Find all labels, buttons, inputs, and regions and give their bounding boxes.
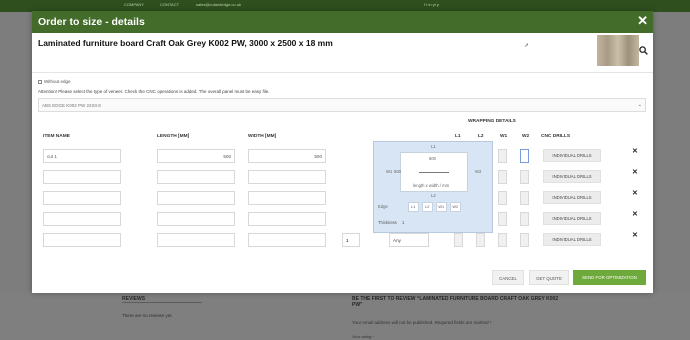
search-icon[interactable] [639,46,648,55]
item-name-input[interactable] [43,233,121,247]
modal-title: Order to size - details [38,16,145,28]
diagram-caption: length x width / mm [413,183,450,188]
width-input[interactable] [248,212,326,226]
page-below-modal [0,292,690,340]
remove-row-icon[interactable]: ✕ [632,168,638,176]
wrap-w2-checkbox[interactable] [520,191,529,205]
diagram-l1-label: L1 [431,144,436,149]
width-input[interactable]: 500 [248,149,326,163]
no-reviews-text: There are no reviews yet. [122,313,173,318]
cancel-button[interactable]: CANCEL [492,270,524,285]
wrap-w2-checkbox[interactable] [520,149,529,163]
order-details-modal: Order to size - details ✕ Laminated furn… [32,11,653,293]
remove-row-icon[interactable]: ✕ [632,147,638,155]
individual-drills-button[interactable]: INDIVIDUAL DRILLS [543,191,601,204]
divider [122,302,202,303]
topbar-company-link[interactable]: COMPANY [124,2,144,7]
individual-drills-button[interactable]: INDIVIDUAL DRILLS [543,149,601,162]
close-icon[interactable]: ✕ [637,13,648,29]
col-width: WIDTH [MM] [248,134,277,139]
wrap-l1-checkbox[interactable] [454,233,463,247]
wrap-w1-checkbox[interactable] [498,233,507,247]
wrap-l2-checkbox[interactable] [476,233,485,247]
modal-header: Order to size - details ✕ [32,11,653,33]
item-name-input[interactable] [43,191,121,205]
diagram-size: 500 [429,156,436,161]
email-note: Your email address will not be published… [352,320,492,325]
thickness-value[interactable]: 1 [402,220,404,225]
wrap-w2-checkbox[interactable] [520,170,529,184]
chevron-down-icon: ⌄ [637,102,642,108]
remove-row-icon[interactable]: ✕ [632,189,638,197]
diagram-w1-value: 500 [394,169,401,174]
wrap-w2-checkbox[interactable] [520,233,529,247]
wrap-w1-checkbox[interactable] [498,170,507,184]
quantity-input[interactable]: 1 [342,233,360,247]
width-input[interactable] [248,233,326,247]
edge-row: Edge L1 L2 W1 W2 [378,200,490,213]
grain-select[interactable]: Any [389,233,429,247]
edge-select[interactable]: ABS EDGE K002 PW 22X0.8 ⌄ [38,98,646,112]
social-icons[interactable]: f t in yt p [424,2,439,7]
cursor-icon: ➚ [524,43,530,49]
divider [32,72,653,73]
edge-diagram-popup: L1 500 length x width / mm W1 500 W2 L2 … [373,141,493,233]
without-edge-checkbox[interactable]: Without edge [38,79,71,84]
col-l1: L1 [455,134,461,139]
col-length: LENGTH [MM] [157,134,190,139]
first-review-heading: BE THE FIRST TO REVIEW “LAMINATED FURNIT… [352,296,559,308]
topbar-contact-link[interactable]: CONTACT [160,2,179,7]
col-item-name: ITEM NAME [43,134,70,139]
length-input[interactable] [157,191,235,205]
get-quote-button[interactable]: GET QUOTE [529,270,569,285]
topbar-email[interactable]: sales@cutandedge.co.uk [196,2,241,7]
remove-row-icon[interactable]: ✕ [632,210,638,218]
diagram-l2-label: L2 [431,193,436,198]
col-w2: W2 [522,134,530,139]
edge-l2-box[interactable]: L2 [421,201,433,212]
col-cnc-drills: CNC DRILLS [541,134,571,139]
wrap-w1-checkbox[interactable] [498,212,507,226]
length-input[interactable]: 500 [157,149,235,163]
wrap-w2-checkbox[interactable] [520,212,529,226]
dimension-arrow [419,172,449,173]
edge-w2-box[interactable]: W2 [449,201,461,212]
board-diagram: 500 length x width / mm [400,152,468,192]
thickness-row: Thickness 1 [378,220,404,225]
individual-drills-button[interactable]: INDIVIDUAL DRILLS [543,233,601,246]
checkbox-label: Without edge [44,79,71,84]
length-input[interactable] [157,233,235,247]
width-input[interactable] [248,191,326,205]
item-name-input[interactable] [43,170,121,184]
product-name: Laminated furniture board Craft Oak Grey… [38,38,333,48]
remove-row-icon[interactable]: ✕ [632,231,638,239]
item-name-input[interactable]: cut 1 [43,149,121,163]
diagram-w2-label: W2 [475,169,482,174]
individual-drills-button[interactable]: INDIVIDUAL DRILLS [543,170,601,183]
send-for-optimization-button[interactable]: SEND FOR OPTIMIZATION [573,270,646,285]
wrap-w1-checkbox[interactable] [498,191,507,205]
wrapping-details-title: WRAPPING DETAILS [468,119,516,124]
edge-select-value: ABS EDGE K002 PW 22X0.8 [42,103,101,108]
wrap-w1-checkbox[interactable] [498,149,507,163]
thickness-label: Thickness [378,220,397,225]
edge-w1-box[interactable]: W1 [435,201,447,212]
edge-l1-box[interactable]: L1 [407,201,419,212]
item-name-input[interactable] [43,212,121,226]
rating-label: Your rating * [352,334,374,339]
checkbox-box[interactable] [38,79,42,84]
width-input[interactable] [248,170,326,184]
edge-label: Edge [378,204,388,209]
col-l2: L2 [478,134,484,139]
diagram-w1-label: W1 [386,169,393,174]
individual-drills-button[interactable]: INDIVIDUAL DRILLS [543,212,601,225]
product-thumbnail[interactable] [597,35,639,66]
length-input[interactable] [157,212,235,226]
notice-text: Attention! Please select the type of ven… [38,89,270,94]
col-w1: W1 [500,134,508,139]
length-input[interactable] [157,170,235,184]
